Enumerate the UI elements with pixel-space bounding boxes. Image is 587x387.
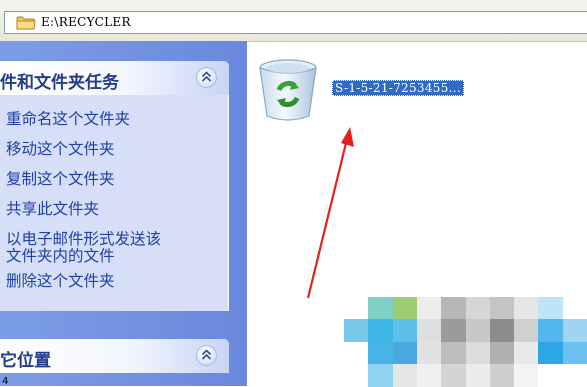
mosaic-tile xyxy=(368,297,394,320)
mosaic-tile xyxy=(538,341,564,365)
task-email-line1: 以电子邮件形式发送该 xyxy=(6,230,162,248)
red-arrow-annotation xyxy=(306,127,354,299)
task-copy-folder[interactable]: 复制这个文件夹 xyxy=(6,171,115,188)
mosaic-tile xyxy=(562,297,587,320)
other-places-header[interactable]: 它位置 xyxy=(0,339,229,373)
mosaic-tile xyxy=(392,341,418,365)
mosaic-tile xyxy=(562,363,587,387)
mosaic-tile xyxy=(514,341,540,365)
mosaic-tile xyxy=(562,319,587,343)
mosaic-tile xyxy=(489,363,515,387)
mosaic-tile xyxy=(392,297,418,320)
mosaic-tile xyxy=(392,363,418,387)
task-share-folder[interactable]: 共享此文件夹 xyxy=(6,201,99,218)
address-path: E:\RECYCLER xyxy=(41,15,131,29)
mosaic-tile xyxy=(489,297,515,320)
mosaic-tile xyxy=(562,341,587,365)
chevron-up-icon[interactable] xyxy=(196,67,217,88)
mosaic-tile xyxy=(368,363,394,387)
mosaic-tile xyxy=(441,341,467,365)
mosaic-tile xyxy=(514,297,540,320)
pixelated-watermark xyxy=(344,297,587,387)
address-bar: E:\RECYCLER xyxy=(0,0,587,42)
file-folder-tasks-title: 件和文件夹任务 xyxy=(0,73,119,93)
mosaic-tile xyxy=(465,363,491,387)
mosaic-tile xyxy=(465,341,491,365)
mosaic-tile xyxy=(441,319,467,343)
file-folder-tasks-header[interactable]: 件和文件夹任务 xyxy=(0,61,229,95)
page-fragment: 4 xyxy=(2,376,9,387)
task-rename-folder[interactable]: 重命名这个文件夹 xyxy=(6,111,130,128)
recycle-bin-icon[interactable] xyxy=(253,56,323,124)
task-email-line2: 文件夹内的文件 xyxy=(6,247,115,265)
mosaic-tile xyxy=(538,319,564,343)
mosaic-tile xyxy=(441,297,467,320)
mosaic-tile xyxy=(416,363,442,387)
mosaic-tile xyxy=(344,319,369,343)
mosaic-tile xyxy=(538,297,564,320)
task-delete-folder[interactable]: 删除这个文件夹 xyxy=(6,273,115,290)
mosaic-tile xyxy=(465,319,491,343)
mosaic-tile xyxy=(368,341,394,365)
task-email-folder-files[interactable]: 以电子邮件形式发送该 文件夹内的文件 xyxy=(6,231,161,265)
mosaic-tile xyxy=(416,297,442,320)
mosaic-tile xyxy=(441,363,467,387)
mosaic-tile xyxy=(514,319,540,343)
mosaic-tile xyxy=(489,341,515,365)
mosaic-tile xyxy=(465,297,491,320)
mosaic-tile xyxy=(489,319,515,343)
task-move-folder[interactable]: 移动这个文件夹 xyxy=(6,141,115,158)
mosaic-tile xyxy=(368,319,394,343)
chevron-up-icon[interactable] xyxy=(196,345,217,366)
mosaic-tile xyxy=(514,363,540,387)
mosaic-tile xyxy=(416,341,442,365)
mosaic-tile xyxy=(392,319,418,343)
mosaic-tile xyxy=(344,363,369,387)
mosaic-tile xyxy=(416,319,442,343)
mosaic-tile xyxy=(344,297,369,320)
address-field[interactable]: E:\RECYCLER xyxy=(4,11,587,34)
selected-folder-name[interactable]: S-1-5-21-7253455... xyxy=(332,80,465,96)
folder-icon xyxy=(16,16,36,30)
task-pane: 件和文件夹任务 重命名这个文件夹 移动这个文件夹 复制这个文件夹 共享此文件夹 … xyxy=(0,41,247,386)
other-places-title: 它位置 xyxy=(0,351,51,371)
file-folder-tasks-body: 重命名这个文件夹 移动这个文件夹 复制这个文件夹 共享此文件夹 以电子邮件形式发… xyxy=(0,95,229,311)
mosaic-tile xyxy=(538,363,564,387)
mosaic-tile xyxy=(344,341,369,365)
